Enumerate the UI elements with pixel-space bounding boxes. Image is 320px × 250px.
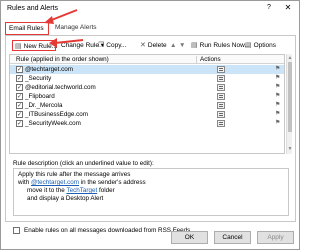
description-line-2-suffix: in the sender's address	[79, 179, 146, 186]
options-icon: ▤	[245, 42, 252, 49]
rules-list[interactable]: Rule (applied in the order shown) Action…	[9, 54, 285, 154]
new-rule-label: New Rule...	[23, 43, 58, 50]
tab-manage-alerts[interactable]: Manage Alerts	[52, 22, 102, 35]
rule-row[interactable]: ✓ _ITBusinessEdge.com ⚑	[10, 110, 284, 119]
ok-button[interactable]: OK	[171, 231, 208, 244]
rules-toolbar: ▤ New Rule... Change Rule ▾ ❐ Copy... ✕ Del…	[9, 40, 293, 52]
rule-action-icon	[217, 120, 225, 127]
options-button[interactable]: ▤ Options	[245, 40, 276, 51]
delete-button[interactable]: ✕ Delete	[140, 40, 167, 51]
description-line-2: with @techtarget.com in the sender's add…	[18, 179, 284, 187]
scroll-down-icon[interactable]: ▼	[287, 146, 293, 152]
column-header-actions[interactable]: Actions	[196, 56, 221, 64]
copy-icon: ❐	[98, 42, 105, 49]
run-rules-now-button[interactable]: ▤ Run Rules Now...	[191, 40, 250, 51]
title-bar: Rules and Alerts ? ✕	[1, 1, 299, 16]
copy-label: Copy...	[106, 42, 127, 49]
close-button[interactable]: ✕	[282, 3, 294, 13]
change-rule-label: Change Rule	[61, 42, 99, 49]
rule-enabled-checkbox[interactable]: ✓	[16, 93, 23, 100]
rule-row[interactable]: ✓ @techtarget.com ⚑	[10, 65, 284, 74]
new-rule-button[interactable]: ▤ New Rule...	[12, 40, 58, 51]
rule-alert-icon: ⚑	[275, 102, 281, 108]
rule-name: @editorial.techworld.com	[25, 84, 96, 91]
folder-link[interactable]: TechTarget	[66, 187, 97, 194]
rule-alert-icon: ⚑	[275, 93, 281, 99]
rules-list-header: Rule (applied in the order shown) Action…	[10, 55, 284, 64]
rule-action-icon	[217, 93, 225, 100]
description-line-2-prefix: with	[18, 179, 31, 186]
rule-action-icon	[217, 111, 225, 118]
rule-enabled-checkbox[interactable]: ✓	[16, 111, 23, 118]
tab-strip: Email Rules Manage Alerts	[5, 22, 295, 36]
rule-row[interactable]: ✓ _Security ⚑	[10, 74, 284, 83]
rule-enabled-checkbox[interactable]: ✓	[16, 66, 23, 73]
rule-alert-icon: ⚑	[275, 75, 281, 81]
apply-button[interactable]: Apply	[257, 231, 294, 244]
scroll-up-icon[interactable]: ▲	[287, 55, 293, 61]
rule-alert-icon: ⚑	[275, 66, 281, 72]
rule-alert-icon: ⚑	[275, 120, 281, 126]
rule-action-icon	[217, 66, 225, 73]
rule-action-icon	[217, 75, 225, 82]
run-rules-icon: ▤	[191, 42, 198, 49]
run-rules-label: Run Rules Now...	[199, 42, 250, 49]
scroll-thumb[interactable]	[288, 62, 292, 132]
rule-enabled-checkbox[interactable]: ✓	[16, 120, 23, 127]
rule-enabled-checkbox[interactable]: ✓	[16, 102, 23, 109]
column-header-rule[interactable]: Rule (applied in the order shown)	[16, 56, 109, 63]
description-line-4: and display a Desktop Alert	[27, 195, 104, 202]
rule-alert-icon: ⚑	[275, 111, 281, 117]
rule-description-box: Apply this rule after the message arrive…	[13, 168, 289, 216]
rule-name: _ITBusinessEdge.com	[25, 111, 88, 118]
help-button[interactable]: ?	[264, 3, 274, 13]
rule-enabled-checkbox[interactable]: ✓	[16, 75, 23, 82]
rule-name: @techtarget.com	[25, 66, 74, 73]
rule-name: _Dr._Mercola	[25, 102, 63, 109]
rule-enabled-checkbox[interactable]: ✓	[16, 84, 23, 91]
rule-action-icon	[217, 102, 225, 109]
rule-row[interactable]: ✓ _Flipboard ⚑	[10, 92, 284, 101]
rule-name: _Flipboard	[25, 93, 55, 100]
tab-email-rules[interactable]: Email Rules	[5, 22, 49, 35]
description-line-3-prefix: move it to the	[27, 187, 67, 194]
rule-row[interactable]: ✓ @editorial.techworld.com ⚑	[10, 83, 284, 92]
email-rules-panel: ▤ New Rule... Change Rule ▾ ❐ Copy... ✕ Del…	[5, 35, 296, 234]
new-rule-icon: ▤	[15, 43, 22, 50]
window-title: Rules and Alerts	[7, 5, 58, 12]
rule-description-label: Rule description (click an underlined va…	[13, 160, 154, 167]
rule-row[interactable]: ✓ _SecurityWeek.com ⚑	[10, 119, 284, 128]
rule-row[interactable]: ✓ _Dr._Mercola ⚑	[10, 101, 284, 110]
rules-and-alerts-dialog: Rules and Alerts ? ✕ Email Rules Manage …	[0, 0, 300, 250]
sender-address-link[interactable]: @techtarget.com	[31, 179, 79, 186]
rule-name: _SecurityWeek.com	[25, 120, 81, 127]
move-down-button[interactable]: ▼	[179, 40, 185, 51]
move-up-button[interactable]: ▲	[170, 40, 176, 51]
rule-name: _Security	[25, 75, 52, 82]
options-label: Options	[253, 42, 277, 49]
description-line-3-suffix: folder	[97, 187, 115, 194]
rule-action-icon	[217, 84, 225, 91]
delete-label: Delete	[147, 42, 167, 49]
delete-icon: ✕	[140, 42, 146, 49]
cancel-button[interactable]: Cancel	[214, 231, 251, 244]
description-line-1: Apply this rule after the message arrive…	[18, 171, 131, 178]
rule-alert-icon: ⚑	[275, 84, 281, 90]
rules-list-scrollbar[interactable]: ▲ ▼	[286, 54, 292, 154]
description-line-3: move it to the TechTarget folder	[18, 187, 284, 195]
copy-button[interactable]: ❐ Copy...	[98, 40, 126, 51]
dialog-footer: OK Cancel Apply	[1, 227, 299, 249]
